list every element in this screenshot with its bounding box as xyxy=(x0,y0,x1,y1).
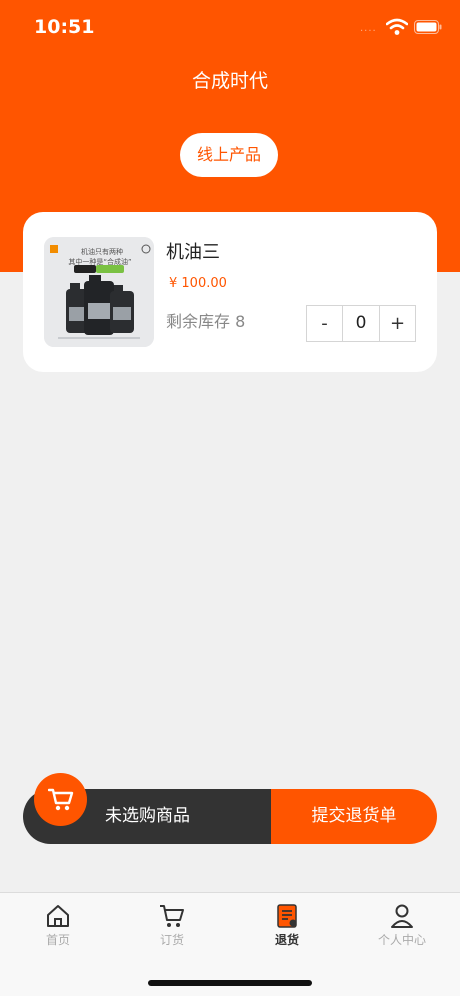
product-stock: 剩余库存 8 xyxy=(166,312,246,331)
person-icon xyxy=(391,904,413,928)
tab-profile[interactable]: 个人中心 xyxy=(362,903,442,948)
tab-order-label: 订货 xyxy=(159,933,184,947)
tab-order[interactable]: 订货 xyxy=(132,903,212,948)
image-slogan-line1: 机油只有两种 xyxy=(81,247,123,256)
tab-return-label: 退货 xyxy=(274,933,299,947)
online-products-button[interactable]: 线上产品 xyxy=(180,133,278,177)
battery-icon xyxy=(414,20,442,34)
product-image: 机油只有两种 其中一种是“合成油” xyxy=(44,237,154,347)
cart-icon xyxy=(160,905,184,927)
decrease-button[interactable]: - xyxy=(307,306,342,341)
cart-button[interactable] xyxy=(34,773,87,826)
product-price: ¥ 100.00 xyxy=(169,276,227,291)
product-card[interactable]: 机油只有两种 其中一种是“合成油” 机油三 ¥ 100.00 剩余库存 8 - … xyxy=(23,212,437,372)
image-slogan-line2: 其中一种是“合成油” xyxy=(68,257,131,266)
tab-home[interactable]: 首页 xyxy=(18,903,98,948)
tab-profile-label: 个人中心 xyxy=(377,933,426,947)
app-screen: 10:51 ···· 合成时代 线上产品 机油只有两种 其中一种是“合成油” 机… xyxy=(0,0,460,996)
quantity-field[interactable]: 0 xyxy=(342,306,380,341)
signal-icon: ···· xyxy=(360,26,377,37)
product-name: 机油三 xyxy=(166,242,220,263)
wifi-icon xyxy=(386,18,408,35)
status-time: 10:51 xyxy=(34,16,95,38)
oil-bottles-illustration: 机油只有两种 其中一种是“合成油” xyxy=(44,237,154,347)
submit-return-button[interactable]: 提交退货单 xyxy=(271,789,437,844)
tab-home-label: 首页 xyxy=(45,933,70,947)
page-title: 合成时代 xyxy=(191,70,268,92)
quantity-stepper: - 0 + xyxy=(306,305,416,342)
home-icon xyxy=(47,905,69,927)
tab-return[interactable]: 退货 xyxy=(247,903,327,948)
cart-icon xyxy=(47,788,73,810)
home-indicator xyxy=(148,980,312,986)
status-bar: 10:51 ···· xyxy=(0,0,460,56)
return-doc-icon xyxy=(277,904,297,928)
increase-button[interactable]: + xyxy=(380,306,415,341)
